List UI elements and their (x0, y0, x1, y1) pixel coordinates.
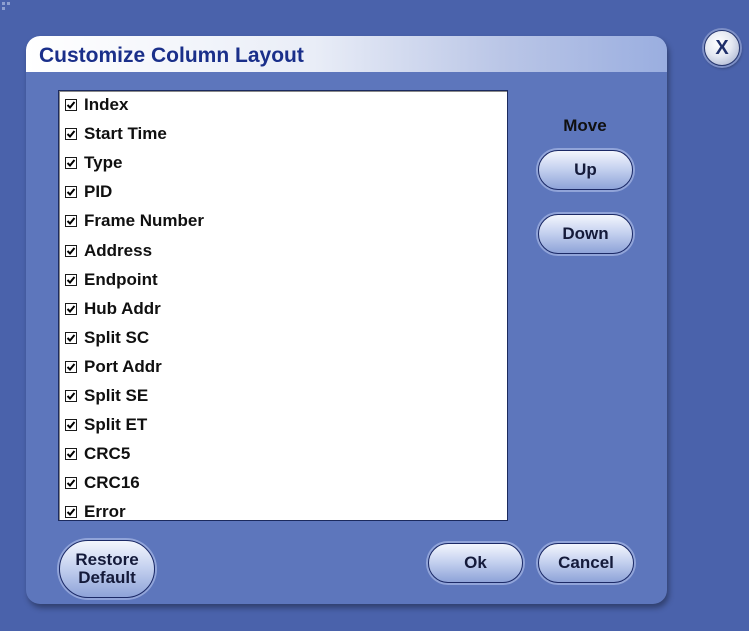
column-list-item[interactable]: CRC5 (65, 443, 130, 465)
column-label: PID (84, 182, 113, 202)
column-checkbox[interactable] (65, 186, 77, 199)
column-label: Endpoint (84, 269, 158, 289)
column-list-item[interactable]: Error (65, 501, 126, 523)
column-checkbox[interactable] (65, 128, 77, 141)
column-list-item[interactable]: Split ET (65, 414, 147, 436)
column-list-item[interactable]: Type (65, 152, 122, 174)
column-label: Address (84, 240, 153, 260)
column-list-item[interactable]: PID (65, 181, 112, 203)
column-list-item[interactable]: Split SE (65, 385, 148, 407)
restore-default-button[interactable]: Restore Default (59, 540, 155, 598)
close-icon: X (715, 36, 729, 59)
close-button[interactable]: X (704, 30, 740, 66)
move-label: Move (563, 116, 607, 135)
column-checkbox[interactable] (65, 390, 77, 402)
column-list-item[interactable]: Hub Addr (65, 298, 161, 320)
column-checkbox[interactable] (65, 477, 77, 490)
column-list-item[interactable]: Start Time (65, 123, 167, 145)
cancel-button[interactable]: Cancel (538, 543, 634, 583)
column-list-item[interactable]: Split SC (65, 327, 149, 349)
column-label: Error (84, 502, 126, 522)
move-up-label: Up (574, 160, 597, 179)
column-list[interactable]: Index Start Time Type PID Frame Number Addres… (58, 90, 508, 521)
move-down-label: Down (562, 224, 609, 243)
column-list-item[interactable]: Address (65, 240, 152, 262)
column-checkbox[interactable] (65, 273, 77, 286)
restore-default-label-line2: Default (78, 568, 136, 587)
column-label: Start Time (84, 124, 167, 144)
column-list-item[interactable]: CRC16 (65, 472, 140, 494)
column-checkbox[interactable] (65, 99, 77, 111)
move-down-button[interactable]: Down (538, 214, 633, 254)
customize-column-layout-dialog: Customize Column Layout Index Start Time T… (26, 36, 667, 604)
column-label: Port Addr (84, 356, 162, 376)
column-checkbox[interactable] (65, 244, 77, 257)
cancel-label: Cancel (558, 553, 614, 572)
column-checkbox[interactable] (65, 448, 77, 461)
resize-grip-icon (2, 2, 10, 10)
move-up-button[interactable]: Up (538, 150, 633, 190)
column-label: CRC5 (84, 444, 131, 464)
column-checkbox[interactable] (65, 506, 77, 519)
title-bar: Customize Column Layout (26, 36, 667, 72)
column-checkbox[interactable] (65, 157, 77, 170)
dialog-title: Customize Column Layout (39, 44, 304, 67)
column-checkbox[interactable] (65, 215, 77, 228)
column-label: Split SE (84, 386, 149, 405)
column-label: CRC16 (84, 473, 140, 493)
column-checkbox[interactable] (65, 331, 77, 344)
column-list-item[interactable]: Endpoint (65, 269, 158, 291)
restore-default-label-line1: Restore (75, 550, 139, 569)
column-label: Split SC (84, 327, 150, 347)
column-label: Frame Number (84, 211, 204, 231)
column-label: Type (84, 153, 123, 173)
column-list-item[interactable]: Index (65, 94, 128, 116)
ok-button[interactable]: Ok (428, 543, 523, 583)
column-label: Hub Addr (84, 298, 161, 318)
column-checkbox[interactable] (65, 419, 77, 432)
column-list-item[interactable]: Frame Number (65, 210, 204, 232)
column-label: Index (84, 95, 129, 114)
column-checkbox[interactable] (65, 360, 77, 373)
column-list-item[interactable]: Port Addr (65, 356, 162, 378)
ok-label: Ok (464, 553, 487, 572)
column-checkbox[interactable] (65, 302, 77, 315)
column-label: Split ET (84, 415, 148, 435)
